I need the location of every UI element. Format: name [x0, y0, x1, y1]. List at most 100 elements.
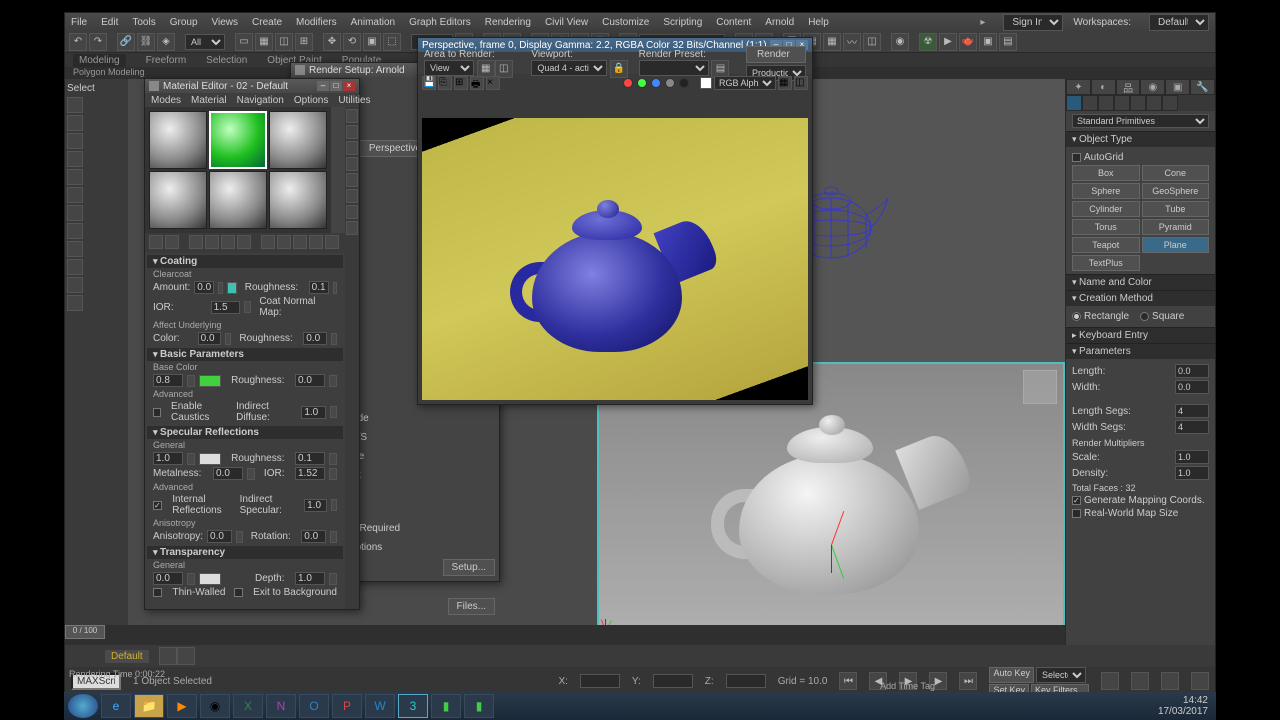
- rvt-clear[interactable]: ×: [486, 76, 500, 90]
- channel-b[interactable]: [651, 78, 661, 88]
- metal-input[interactable]: 0.0: [213, 467, 243, 480]
- channel-g[interactable]: [637, 78, 647, 88]
- prim-torus[interactable]: Torus: [1072, 219, 1140, 235]
- nav-4[interactable]: [1191, 672, 1209, 690]
- mat-side-6[interactable]: [346, 189, 358, 203]
- ribbon-selection[interactable]: Selection: [206, 55, 247, 66]
- rvt-save[interactable]: 💾: [422, 76, 436, 90]
- material-editor-titlebar[interactable]: Material Editor - 02 - Default –□×: [145, 79, 359, 93]
- bind-button[interactable]: ◈: [157, 33, 175, 51]
- square-radio[interactable]: [1140, 312, 1149, 321]
- mt-make[interactable]: [237, 235, 251, 249]
- mat-menu-modes[interactable]: Modes: [151, 95, 181, 106]
- thinwall-checkbox[interactable]: [153, 588, 162, 597]
- scale-button[interactable]: ▣: [363, 33, 381, 51]
- rot-input[interactable]: 0.0: [301, 530, 326, 543]
- lt-8[interactable]: [67, 223, 83, 239]
- specular-header[interactable]: ▾ Specular Reflections: [147, 426, 343, 439]
- menu-scripting[interactable]: Scripting: [663, 17, 702, 28]
- selection-filter[interactable]: All: [185, 34, 225, 50]
- mt-copy[interactable]: [221, 235, 235, 249]
- taskbar-app2[interactable]: ▮: [464, 694, 494, 718]
- mat-menu-material[interactable]: Material: [191, 95, 227, 106]
- lt-7[interactable]: [67, 205, 83, 221]
- name-color-rollout[interactable]: ▾ Name and Color: [1066, 274, 1215, 290]
- nav-2[interactable]: [1131, 672, 1149, 690]
- menu-create[interactable]: Create: [252, 17, 282, 28]
- autogrid-checkbox[interactable]: [1072, 153, 1081, 162]
- render-frame-button[interactable]: ▶: [939, 33, 957, 51]
- lt-6[interactable]: [67, 187, 83, 203]
- prim-tube[interactable]: Tube: [1142, 201, 1210, 217]
- ispec-input[interactable]: 1.0: [304, 499, 327, 512]
- rect-radio[interactable]: [1072, 312, 1081, 321]
- mat-slot-6[interactable]: [269, 171, 327, 229]
- curve-editor-button[interactable]: 〰: [843, 33, 861, 51]
- menu-animation[interactable]: Animation: [351, 17, 395, 28]
- mat-menu-navigation[interactable]: Navigation: [237, 95, 284, 106]
- depth-input[interactable]: 1.0: [295, 572, 325, 585]
- mat-max-button[interactable]: □: [330, 81, 342, 91]
- lt-12[interactable]: [67, 295, 83, 311]
- taskbar-onenote[interactable]: N: [266, 694, 296, 718]
- bg-swatch[interactable]: [700, 77, 712, 89]
- viewport-dropdown[interactable]: Quad 4 - active: [531, 60, 607, 76]
- prim-cylinder[interactable]: Cylinder: [1072, 201, 1140, 217]
- cameras-subtab[interactable]: [1114, 95, 1130, 111]
- mt-get[interactable]: [149, 235, 163, 249]
- base-rough-input[interactable]: 0.0: [295, 374, 325, 387]
- base-color-swatch[interactable]: [199, 375, 221, 387]
- helpers-subtab[interactable]: [1130, 95, 1146, 111]
- menu-arnold[interactable]: Arnold: [765, 17, 794, 28]
- channel-dropdown[interactable]: RGB Alpha: [714, 76, 776, 90]
- render-prod-button[interactable]: ▣: [979, 33, 997, 51]
- time-ruler[interactable]: 0 / 100: [65, 625, 1065, 645]
- exitbg-checkbox[interactable]: [234, 588, 243, 597]
- intref-checkbox[interactable]: [153, 501, 162, 510]
- base-weight-input[interactable]: 0.8: [153, 374, 183, 387]
- nav-3[interactable]: [1161, 672, 1179, 690]
- aniso-input[interactable]: 0.0: [207, 530, 232, 543]
- lt-3[interactable]: [67, 133, 83, 149]
- mat-side-5[interactable]: [346, 173, 358, 187]
- select-rect-button[interactable]: ◫: [275, 33, 293, 51]
- system-tray[interactable]: 14:4217/03/2017: [1158, 695, 1212, 717]
- taskbar-app1[interactable]: ▮: [431, 694, 461, 718]
- density-input[interactable]: [1175, 466, 1209, 480]
- lt-9[interactable]: [67, 241, 83, 257]
- material-editor-button[interactable]: ◉: [891, 33, 909, 51]
- length-input[interactable]: [1175, 364, 1209, 378]
- coating-header[interactable]: ▾ Coating: [147, 255, 343, 268]
- mat-slot-1[interactable]: [149, 111, 207, 169]
- realworld-checkbox[interactable]: [1072, 509, 1081, 518]
- prim-geosphere[interactable]: GeoSphere: [1142, 183, 1210, 199]
- rvt-clone[interactable]: ⊞: [454, 76, 468, 90]
- channel-mono[interactable]: [679, 78, 689, 88]
- gen-mapping-checkbox[interactable]: [1072, 496, 1081, 505]
- utilities-tab[interactable]: 🔧: [1190, 79, 1215, 95]
- coat-rough-input[interactable]: 0.1: [309, 281, 329, 294]
- mat-side-7[interactable]: [346, 205, 358, 219]
- lights-subtab[interactable]: [1098, 95, 1114, 111]
- geom-subtab[interactable]: [1066, 95, 1082, 111]
- preset-dropdown[interactable]: [639, 60, 709, 76]
- time-slider[interactable]: 0 / 100: [65, 625, 105, 639]
- ribbon-freeform[interactable]: Freeform: [146, 55, 187, 66]
- rvt-copy[interactable]: ⎘: [438, 76, 452, 90]
- lt-2[interactable]: [67, 115, 83, 131]
- select-name-button[interactable]: ▦: [255, 33, 273, 51]
- nav-1[interactable]: [1101, 672, 1119, 690]
- lt-1[interactable]: [67, 97, 83, 113]
- hierarchy-tab[interactable]: 品: [1116, 79, 1141, 95]
- mt-reset[interactable]: [205, 235, 219, 249]
- mt-opts[interactable]: [309, 235, 323, 249]
- create-tab[interactable]: ✦: [1066, 79, 1091, 95]
- spec-rough-input[interactable]: 0.1: [295, 452, 325, 465]
- trans-color-swatch[interactable]: [199, 573, 221, 585]
- taskbar-word[interactable]: W: [365, 694, 395, 718]
- rvt-tog2[interactable]: ◫: [794, 76, 808, 90]
- scale-input[interactable]: [1175, 450, 1209, 464]
- channel-a[interactable]: [665, 78, 675, 88]
- menu-tools[interactable]: Tools: [132, 17, 155, 28]
- y-input[interactable]: [653, 674, 693, 688]
